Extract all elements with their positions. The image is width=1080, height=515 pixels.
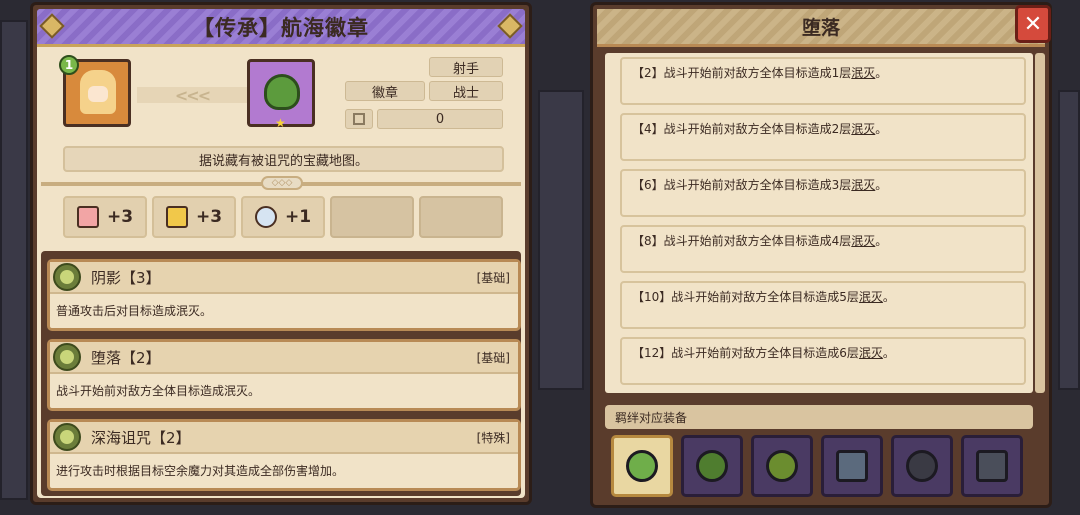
item-icon-slot[interactable]: ★	[247, 59, 315, 130]
skill-name: 阴影【3】	[91, 268, 161, 287]
keyword-link[interactable]: 泯灭	[851, 66, 875, 80]
skill-tag: [特殊]	[476, 430, 510, 445]
necklace-icon	[766, 450, 798, 482]
skill-description: 进行攻击时根据目标空余魔力对其造成全部伤害增加。	[56, 464, 345, 478]
item-description: 据说藏有被诅咒的宝藏地图。	[63, 146, 504, 172]
keyword-link[interactable]: 泯灭	[851, 178, 875, 192]
bond-detail-panel: 堕落 ✕ 【2】战斗开始前对敌方全体目标造成1层泯灭。 【4】战斗开始前对敌方全…	[590, 2, 1052, 508]
fall-skill-icon	[53, 343, 81, 371]
gauntlet-icon	[976, 450, 1008, 482]
moon-skill-icon	[53, 263, 81, 291]
type-tag-badge: 徽章	[345, 81, 425, 101]
bond-title-bar: 堕落	[597, 9, 1045, 47]
item-title-bar: 【传承】航海徽章	[37, 9, 525, 47]
hero-portrait[interactable]: 1	[59, 55, 131, 127]
curse-skill-icon	[53, 423, 81, 451]
bond-tier-item: 【12】战斗开始前对敌方全体目标造成6层泯灭。	[620, 337, 1026, 385]
hero-level-badge: 1	[59, 55, 79, 75]
bond-tier-item: 【8】战斗开始前对敌方全体目标造成4层泯灭。	[620, 225, 1026, 273]
item-detail-panel: 【传承】航海徽章 1 <<< ★ 射手 徽章 战士 0 据说藏有被诅咒的宝藏地图…	[30, 2, 532, 505]
keyword-link[interactable]: 泯灭	[859, 346, 883, 360]
equipment-slot[interactable]	[961, 435, 1023, 497]
save-icon-box	[345, 109, 373, 129]
clover-badge-icon	[626, 450, 658, 482]
keyword-link[interactable]: 泯灭	[851, 234, 875, 248]
material-slot-1[interactable]: +3	[63, 196, 147, 238]
material-slot-empty	[330, 196, 414, 238]
bracelet-icon	[906, 450, 938, 482]
material-slot-3[interactable]: +1	[241, 196, 325, 238]
star-icon: ★	[275, 116, 286, 130]
skill-card[interactable]: 阴影【3】 [基础] 普通攻击后对目标造成泯灭。	[47, 259, 521, 331]
equipment-slot[interactable]	[751, 435, 813, 497]
skill-description: 普通攻击后对目标造成泯灭。	[56, 304, 213, 318]
gold-bar-icon	[165, 206, 188, 228]
material-slot-empty	[419, 196, 503, 238]
background-tile	[538, 90, 584, 390]
pink-stone-icon	[76, 206, 99, 228]
item-title: 【传承】航海徽章	[193, 15, 369, 40]
boots-icon	[836, 450, 868, 482]
count-value: 0	[377, 109, 503, 129]
bond-tier-list[interactable]: 【2】战斗开始前对敌方全体目标造成1层泯灭。 【4】战斗开始前对敌方全体目标造成…	[605, 53, 1033, 393]
skill-card[interactable]: 堕落【2】 [基础] 战斗开始前对敌方全体目标造成泯灭。	[47, 339, 521, 411]
material-amount: +1	[284, 207, 312, 227]
close-button[interactable]: ✕	[1015, 5, 1051, 43]
crystal-icon	[254, 206, 277, 228]
bond-title: 堕落	[801, 17, 840, 39]
background-tile	[0, 20, 28, 500]
skill-tag: [基础]	[476, 270, 510, 285]
bond-equipment-label: 羁绊对应装备	[605, 405, 1033, 429]
ring-icon	[696, 450, 728, 482]
keyword-link[interactable]: 泯灭	[851, 122, 875, 136]
equipment-slot[interactable]	[681, 435, 743, 497]
floppy-icon	[353, 113, 365, 125]
keyword-link[interactable]: 泯灭	[859, 290, 883, 304]
bond-tier-item: 【4】战斗开始前对敌方全体目标造成2层泯灭。	[620, 113, 1026, 161]
bond-tier-item: 【6】战斗开始前对敌方全体目标造成3层泯灭。	[620, 169, 1026, 217]
list-scrollbar[interactable]	[1035, 53, 1045, 393]
background-tile	[1058, 90, 1080, 390]
material-amount: +3	[195, 207, 223, 227]
skill-description: 战斗开始前对敌方全体目标造成泯灭。	[56, 384, 261, 398]
skill-tag: [基础]	[476, 350, 510, 365]
clover-badge-icon	[264, 74, 300, 110]
equipment-slot[interactable]	[891, 435, 953, 497]
material-slot-2[interactable]: +3	[152, 196, 236, 238]
skill-card[interactable]: 深海诅咒【2】 [特殊] 进行攻击时根据目标空余魔力对其造成全部伤害增加。	[47, 419, 521, 491]
class-tag-warrior: 战士	[429, 81, 503, 101]
equipment-slot[interactable]	[821, 435, 883, 497]
bond-tier-item: 【10】战斗开始前对敌方全体目标造成5层泯灭。	[620, 281, 1026, 329]
material-amount: +3	[106, 207, 134, 227]
skill-name: 深海诅咒【2】	[91, 428, 191, 447]
skill-name: 堕落【2】	[91, 348, 161, 367]
class-tag-archer: 射手	[429, 57, 503, 77]
divider-ornament: ◇◇◇	[261, 176, 303, 190]
bond-tier-item: 【2】战斗开始前对敌方全体目标造成1层泯灭。	[620, 57, 1026, 105]
equipment-slot-selected[interactable]	[611, 435, 673, 497]
transfer-arrows: <<<	[137, 86, 247, 105]
